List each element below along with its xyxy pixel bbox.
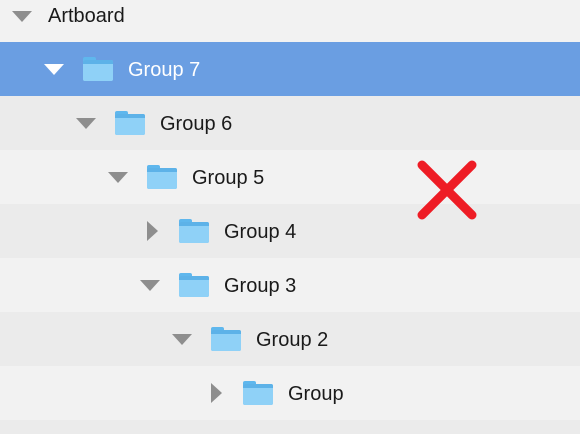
tree-row-label: Artboard: [48, 5, 125, 27]
folder-icon: [211, 327, 241, 351]
tree-row-group-7[interactable]: Group 7: [0, 42, 580, 96]
tree-row-label: Group 7: [128, 59, 201, 81]
tree-row-label: Group 5: [192, 167, 265, 189]
tree-row-group[interactable]: Group: [0, 366, 580, 420]
cross-icon: [417, 160, 477, 220]
folder-icon: [243, 381, 273, 405]
tree-row-label: Group: [288, 383, 344, 405]
folder-icon: [115, 111, 145, 135]
tree-row-group-2[interactable]: Group 2: [0, 312, 580, 366]
tree-row-partial: [0, 420, 580, 434]
tree-row-group-4[interactable]: Group 4: [0, 204, 580, 258]
folder-icon: [83, 57, 113, 81]
disclosure-expanded-icon[interactable]: [76, 118, 96, 129]
disclosure-expanded-icon[interactable]: [12, 11, 32, 22]
disclosure-expanded-icon[interactable]: [108, 172, 128, 183]
tree-row-label: Group 2: [256, 329, 329, 351]
folder-icon: [147, 165, 177, 189]
tree-row-artboard[interactable]: Artboard: [0, 0, 580, 42]
disclosure-expanded-icon[interactable]: [44, 64, 64, 75]
tree-row-group-3[interactable]: Group 3: [0, 258, 580, 312]
tree-row-label: Group 4: [224, 221, 297, 243]
folder-icon: [179, 219, 209, 243]
tree-row-group-6[interactable]: Group 6: [0, 96, 580, 150]
disclosure-collapsed-icon[interactable]: [147, 221, 158, 241]
tree-row-label: Group 3: [224, 275, 297, 297]
disclosure-collapsed-icon[interactable]: [211, 383, 222, 403]
layer-tree: Artboard Group 7 Group 6 Group 5 Group 4: [0, 0, 580, 434]
tree-row-group-5[interactable]: Group 5: [0, 150, 580, 204]
tree-row-label: Group 6: [160, 113, 233, 135]
folder-icon: [179, 273, 209, 297]
disclosure-expanded-icon[interactable]: [172, 334, 192, 345]
disclosure-expanded-icon[interactable]: [140, 280, 160, 291]
